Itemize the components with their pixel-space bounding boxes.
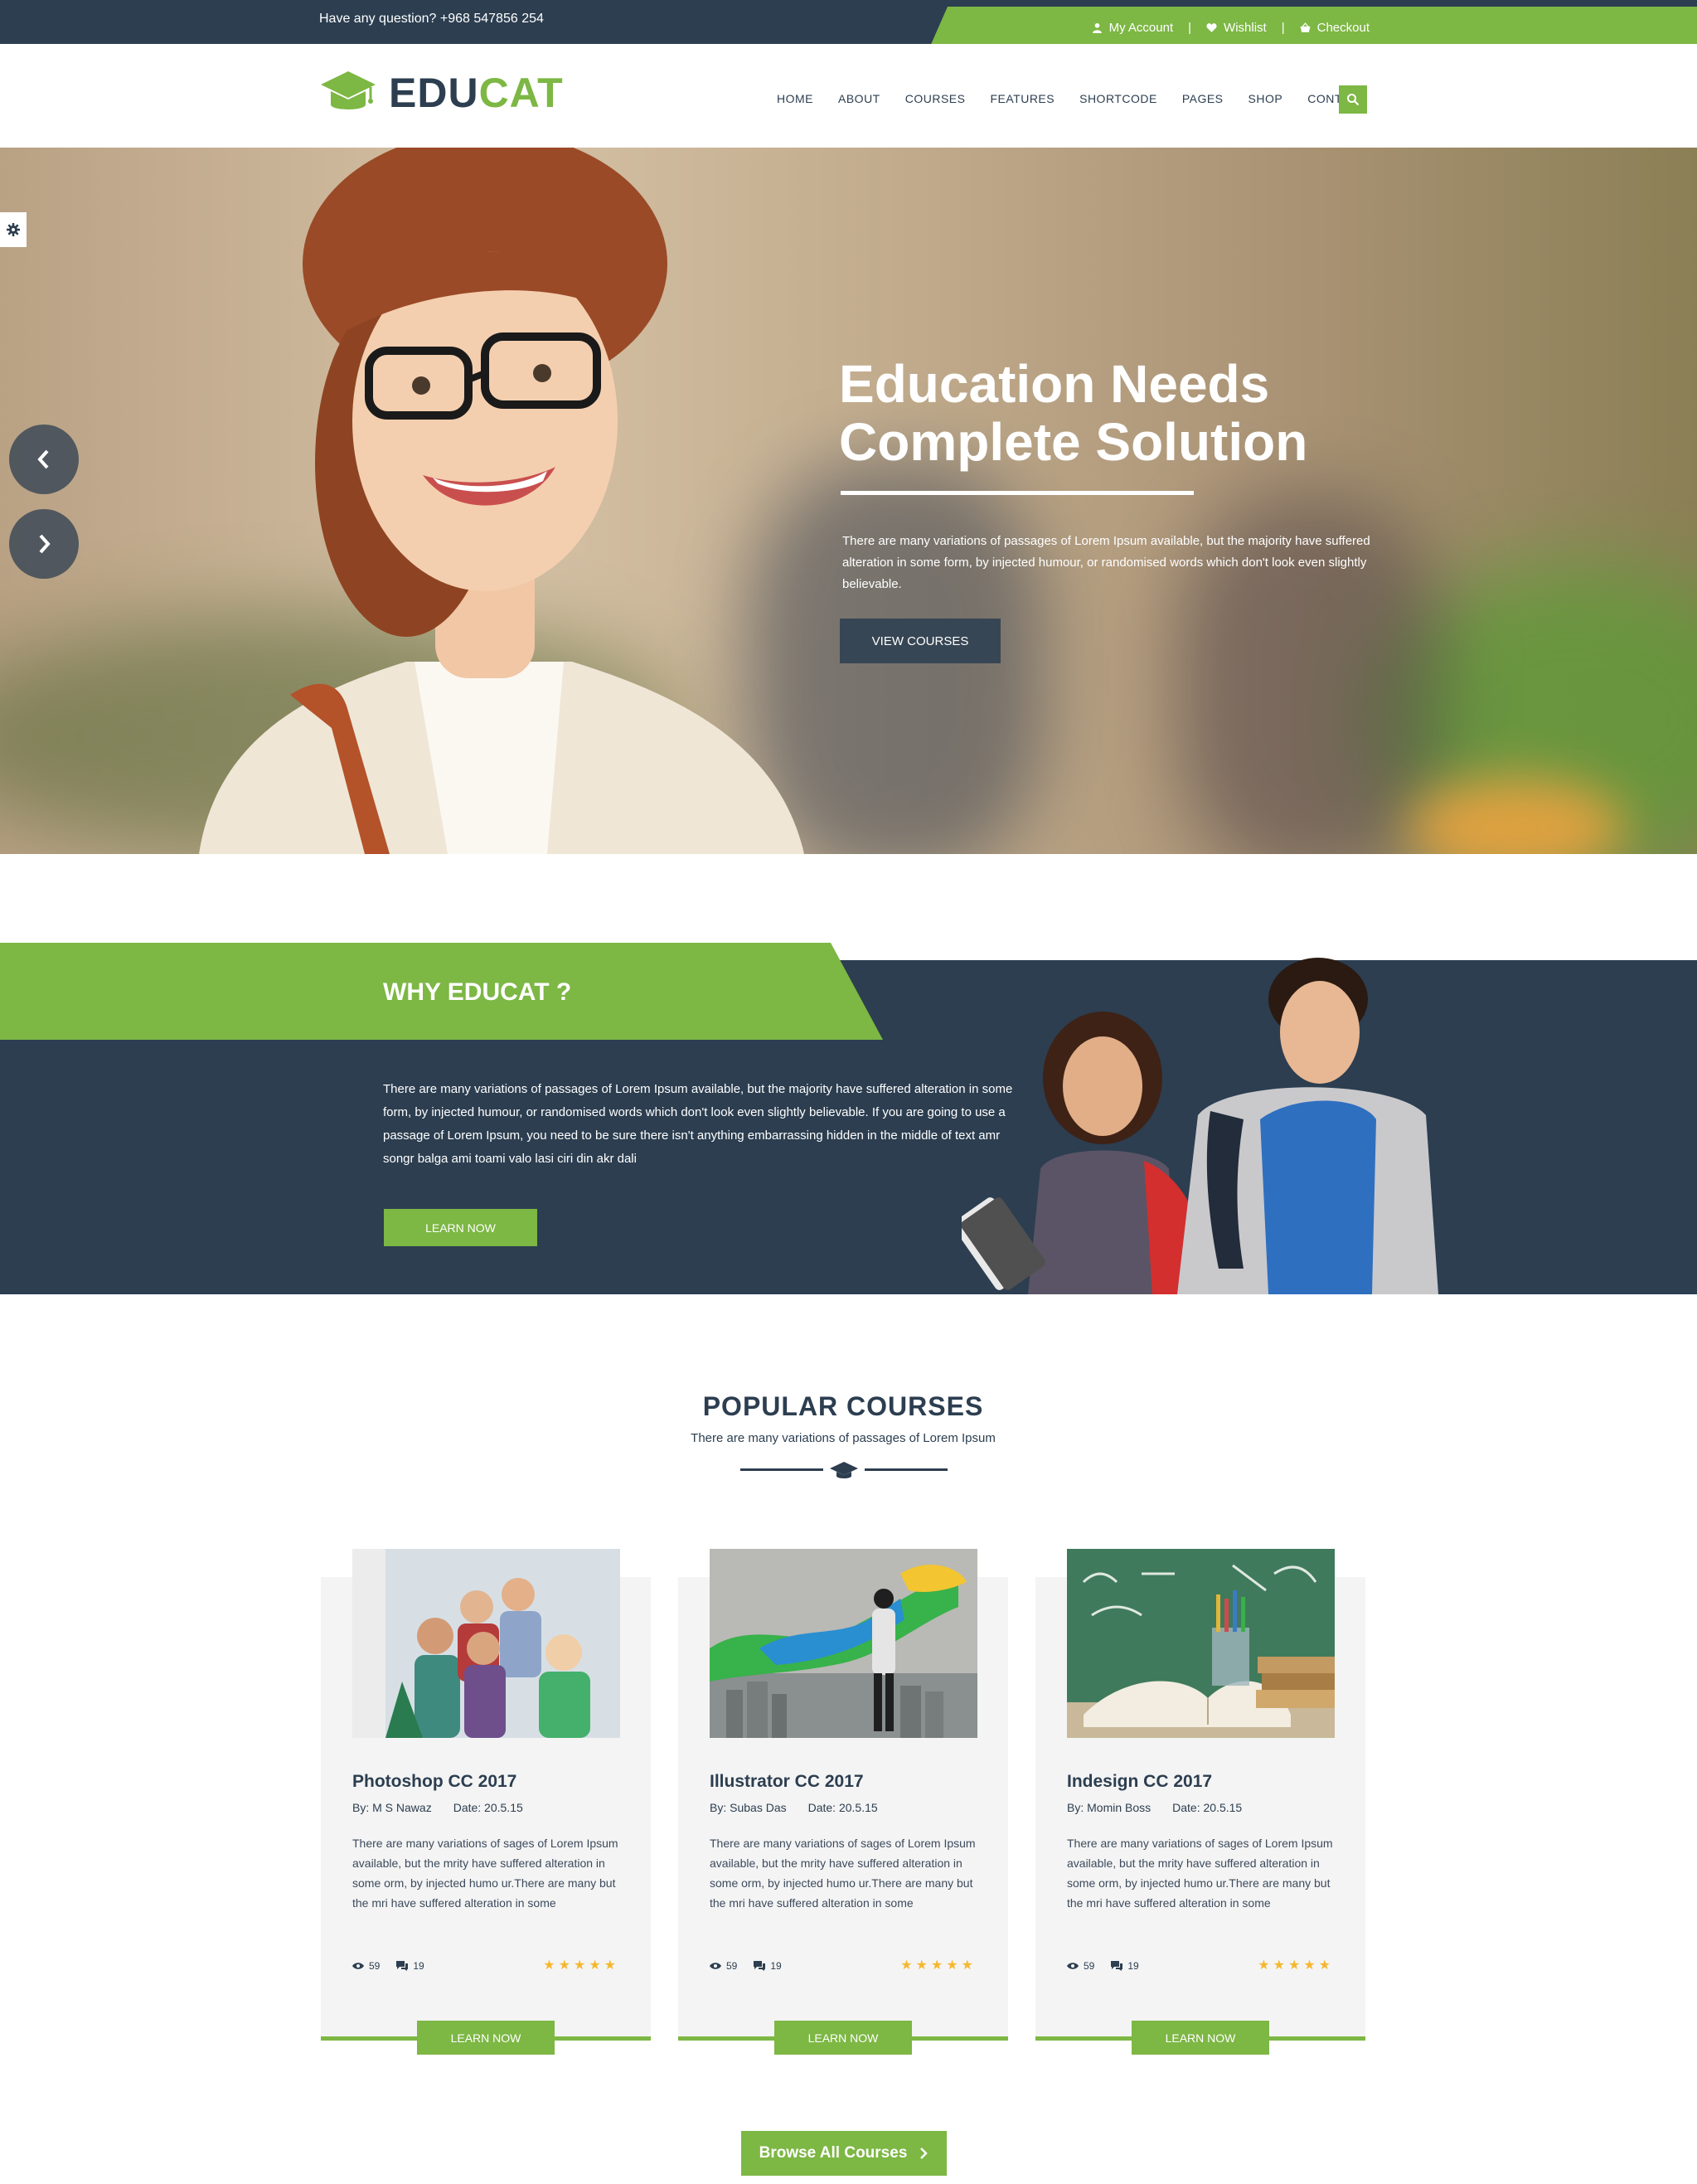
nav-shop[interactable]: SHOP [1249,92,1283,105]
course-card[interactable]: Illustrator CC 2017 By: Subas Das Date: … [678,1549,1008,2055]
hero-student-image [199,148,804,854]
logo[interactable]: EDUCAT [319,69,564,117]
hero-description: There are many variations of passages of… [842,534,1370,591]
students-image [962,958,1438,1294]
user-icon [1092,22,1102,33]
course-image [710,1549,977,1738]
separator: | [1188,20,1192,35]
hero-title-line-1: Education Needs [839,354,1270,414]
chevron-right-icon [39,534,51,554]
comment-icon [754,1961,766,1971]
nav-courses[interactable]: COURSES [905,92,966,105]
separator: | [1281,20,1285,35]
search-button[interactable] [1339,85,1367,114]
course-stats: 59 19 [352,1960,424,1972]
search-icon [1347,94,1360,106]
basket-icon [1300,22,1311,32]
settings-toggle[interactable] [0,212,27,247]
course-meta: By: Subas Das Date: 20.5.15 [710,1801,878,1814]
course-meta: By: Momin Boss Date: 20.5.15 [1067,1801,1242,1814]
course-title[interactable]: Photoshop CC 2017 [352,1772,516,1792]
comments-count: 19 [1111,1960,1139,1972]
browse-all-courses-label: Browse All Courses [759,2144,908,2162]
course-title[interactable]: Illustrator CC 2017 [710,1772,864,1792]
course-rating: ★★★★★ [543,1958,619,1973]
course-learn-now-button[interactable]: LEARN NOW [1132,2021,1269,2055]
main-nav: HOME ABOUT COURSES FEATURES SHORTCODE PA… [777,92,1365,105]
course-stats: 59 19 [1067,1960,1139,1972]
nav-shortcode[interactable]: SHORTCODE [1079,92,1157,105]
my-account-label: My Account [1108,20,1174,35]
contact-question: Have any question? +968 547856 254 [319,12,544,26]
comment-icon [1111,1961,1123,1971]
hero-slider: Education Needs Complete Solution There … [0,148,1697,854]
course-description: There are many variations of sages of Lo… [1067,1837,1333,1910]
checkout-link[interactable]: Checkout [1300,21,1370,35]
chevron-left-icon [37,449,49,469]
popular-courses-subtitle: There are many variations of passages of… [691,1431,996,1445]
section-divider [740,1462,948,1478]
eye-icon [352,1963,364,1969]
course-image [352,1549,620,1738]
why-description: There are many variations of passages of… [383,1082,1013,1166]
comments-count: 19 [754,1960,782,1972]
slider-next-button[interactable] [9,509,79,579]
checkout-label: Checkout [1316,20,1370,35]
slider-prev-button[interactable] [9,425,79,494]
course-stats: 59 19 [710,1960,782,1972]
eye-icon [1067,1963,1079,1969]
nav-features[interactable]: FEATURES [990,92,1055,105]
views-count: 59 [710,1960,737,1972]
course-rating: ★★★★★ [1258,1958,1334,1973]
course-meta: By: M S Nawaz Date: 20.5.15 [352,1801,523,1814]
course-author: By: Subas Das [710,1801,787,1814]
course-author: By: Momin Boss [1067,1801,1152,1814]
logo-text: EDUCAT [389,70,564,116]
course-card[interactable]: Photoshop CC 2017 By: M S Nawaz Date: 20… [321,1549,651,2055]
popular-courses-title: POPULAR COURSES [702,1391,984,1421]
course-learn-now-button[interactable]: LEARN NOW [774,2021,912,2055]
hero-divider [841,491,1194,495]
eye-icon [710,1963,721,1969]
why-title: WHY EDUCAT ? [383,978,572,1006]
site-header: EDUCAT HOME ABOUT COURSES FEATURES SHORT… [0,44,1697,148]
course-date: Date: 20.5.15 [1172,1801,1243,1814]
course-author: By: M S Nawaz [352,1801,432,1814]
course-description: There are many variations of sages of Lo… [352,1837,618,1910]
hero-title: Education Needs Complete Solution [839,355,1419,471]
course-date: Date: 20.5.15 [453,1801,523,1814]
account-bar: My Account | Wishlist | Checkout [929,7,1697,48]
hero-title-line-2: Complete Solution [839,412,1308,472]
top-bar: Have any question? +968 547856 254 My Ac… [0,0,1697,48]
comment-icon [396,1961,409,1971]
comments-count: 19 [396,1960,424,1972]
course-image [1067,1549,1335,1738]
nav-pages[interactable]: PAGES [1182,92,1224,105]
graduation-cap-icon [321,71,376,109]
chevron-right-icon [920,2148,929,2159]
nav-home[interactable]: HOME [777,92,813,105]
wishlist-link[interactable]: Wishlist [1206,21,1267,35]
course-card[interactable]: Indesign CC 2017 By: Momin Boss Date: 20… [1035,1549,1365,2055]
why-learn-now-button[interactable]: LEARN NOW [384,1209,537,1246]
course-title[interactable]: Indesign CC 2017 [1067,1772,1212,1792]
gear-icon [7,223,20,236]
view-courses-button[interactable]: VIEW COURSES [840,619,1001,663]
nav-about[interactable]: ABOUT [838,92,880,105]
heart-icon [1206,22,1217,32]
browse-all-courses-button[interactable]: Browse All Courses [741,2131,947,2176]
my-account-link[interactable]: My Account [1092,20,1174,35]
course-date: Date: 20.5.15 [807,1801,878,1814]
course-rating: ★★★★★ [900,1958,977,1973]
wishlist-label: Wishlist [1224,20,1267,35]
course-learn-now-button[interactable]: LEARN NOW [417,2021,555,2055]
views-count: 59 [352,1960,380,1972]
course-description: There are many variations of sages of Lo… [710,1837,976,1910]
views-count: 59 [1067,1960,1094,1972]
graduation-cap-icon [830,1462,858,1478]
